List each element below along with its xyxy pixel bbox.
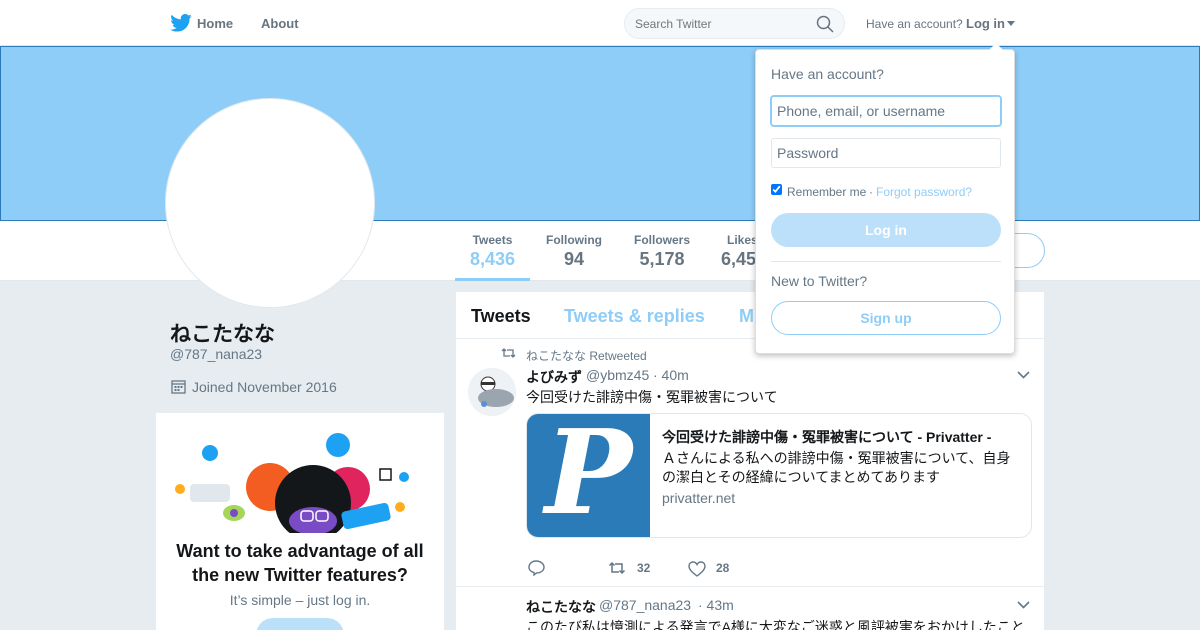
- card-description: Ａさんによる私への誹謗中傷・冤罪被害について、自身の潔白とその経緯についてまとめ…: [662, 450, 1011, 485]
- login-button[interactable]: Log in: [771, 213, 1001, 247]
- tweet-timestamp[interactable]: · 43m: [698, 597, 734, 613]
- login-dropdown: Have an account? Remember me · Forgot pa…: [755, 43, 1015, 354]
- top-navbar: Home About Have an account? Log in: [0, 0, 1200, 46]
- signup-button[interactable]: Sign up: [771, 301, 1001, 335]
- tweet-author-name[interactable]: ねこたなな: [526, 597, 596, 617]
- tab-media[interactable]: M: [739, 306, 754, 327]
- chevron-down-icon[interactable]: [1017, 601, 1030, 609]
- tweet-text: このたび私は憶測による発言でA様に大変なご迷惑と風評被害をおかけしたこと: [526, 619, 1025, 630]
- tweet-author-handle[interactable]: @ybmz45: [586, 367, 649, 383]
- card-domain: privatter.net: [662, 490, 736, 506]
- promo-subtext: It’s simple – just log in.: [229, 592, 371, 608]
- search-icon[interactable]: [816, 15, 834, 33]
- chevron-down-icon[interactable]: [1017, 371, 1030, 379]
- login-promo-card: Want to take advantage of all the new Tw…: [156, 413, 444, 630]
- search-box: [624, 8, 845, 39]
- link-card[interactable]: P 今回受けた誹謗中傷・冤罪被害について - Privatter - Ａさんによ…: [526, 413, 1032, 538]
- dropdown-caret: [988, 43, 1004, 51]
- new-to-twitter-text: New to Twitter?: [771, 273, 868, 289]
- username-input[interactable]: [771, 96, 1001, 126]
- retweet-count[interactable]: 32: [637, 561, 650, 575]
- password-input[interactable]: [771, 138, 1001, 168]
- profile-handle[interactable]: @787_nana23: [170, 346, 262, 362]
- twitter-bird-icon[interactable]: [170, 14, 192, 32]
- promo-login-button[interactable]: [256, 618, 344, 630]
- stat-value: 94: [563, 249, 585, 269]
- dropdown-divider: [771, 261, 1001, 262]
- stat-label: Followers: [633, 233, 690, 247]
- privatter-logo: P: [527, 414, 650, 537]
- reply-icon[interactable]: [528, 560, 546, 576]
- promo-headline: Want to take advantage of all the new Tw…: [176, 541, 424, 585]
- tweet-timestamp[interactable]: · 40m: [653, 367, 689, 383]
- nav-login-link[interactable]: Log in: [966, 16, 1005, 31]
- retweet-context[interactable]: ねこたなな Retweeted: [526, 347, 647, 364]
- calendar-icon: [171, 380, 186, 394]
- stat-followers[interactable]: Followers 5,178: [628, 233, 696, 270]
- retweet-icon[interactable]: [608, 561, 626, 575]
- stat-label: Tweets: [472, 233, 513, 247]
- card-title: 今回受けた誹謗中傷・冤罪被害について - Privatter -: [662, 429, 992, 445]
- have-account-text: Have an account?: [866, 17, 963, 31]
- retweet-context-icon: [501, 348, 516, 358]
- dropdown-title: Have an account?: [771, 66, 884, 82]
- nav-home-link[interactable]: Home: [197, 16, 233, 31]
- stat-value: 5,178: [639, 249, 685, 269]
- stat-tweets[interactable]: Tweets 8,436: [455, 221, 530, 281]
- stat-label: Following: [546, 233, 602, 247]
- like-count[interactable]: 28: [716, 561, 729, 575]
- stat-following[interactable]: Following 94: [540, 233, 608, 270]
- nav-about-link[interactable]: About: [261, 16, 299, 31]
- search-input[interactable]: [635, 14, 810, 33]
- tweet-avatar[interactable]: [468, 368, 516, 416]
- profile-avatar[interactable]: [165, 98, 375, 308]
- tweet-author-handle[interactable]: @787_nana23: [599, 597, 691, 613]
- joined-date: Joined November 2016: [192, 379, 337, 395]
- like-heart-icon[interactable]: [688, 561, 706, 577]
- caret-down-icon[interactable]: [1007, 21, 1015, 26]
- link-separator: ·: [869, 185, 873, 199]
- remember-me-label[interactable]: Remember me: [787, 185, 866, 199]
- stat-value: 8,436: [469, 249, 516, 269]
- promo-illustration: [175, 433, 409, 533]
- avatar-character-image: [468, 368, 516, 416]
- tweet-author-name[interactable]: よびみず: [526, 367, 582, 387]
- tweet-text: 今回受けた誹謗中傷・冤罪被害について: [526, 389, 778, 405]
- forgot-password-link[interactable]: Forgot password?: [876, 185, 972, 199]
- privatter-logo-letter: P: [544, 413, 633, 538]
- remember-me-checkbox[interactable]: [771, 184, 782, 195]
- profile-name[interactable]: ねこたなな: [170, 318, 275, 348]
- tweet-item[interactable]: ねこたなな @787_nana23 · 43m このたび私は憶測による発言でA様…: [456, 587, 1044, 630]
- tab-tweets-replies[interactable]: Tweets & replies: [564, 306, 705, 327]
- tweet-item[interactable]: ねこたなな Retweeted よびみず @ybmz45 · 40m 今回受けた…: [456, 339, 1044, 586]
- tab-tweets[interactable]: Tweets: [471, 306, 531, 327]
